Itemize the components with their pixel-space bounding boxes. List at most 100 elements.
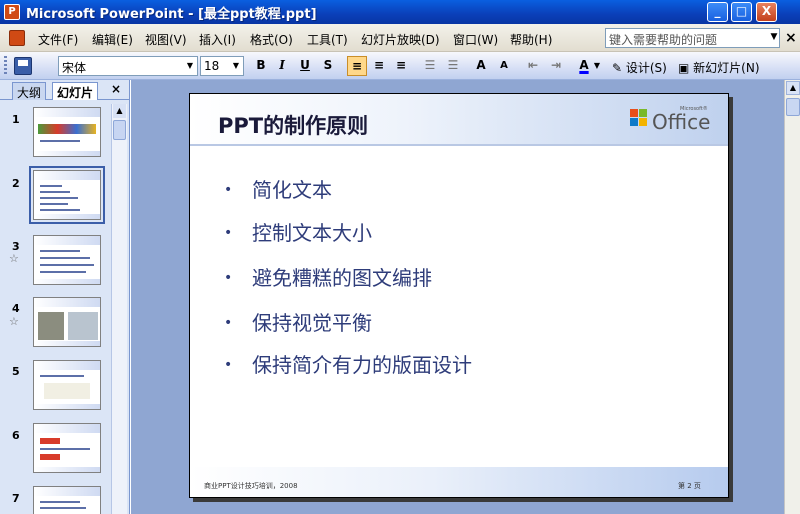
menu-edit[interactable]: 编辑(E) xyxy=(92,31,133,48)
scroll-thumb[interactable] xyxy=(113,120,126,140)
font-size-select[interactable]: 18 ▼ xyxy=(200,56,244,76)
thumbnail-footer xyxy=(34,404,100,409)
slide-thumbnail-4[interactable] xyxy=(33,297,101,347)
thumbnail-text-line xyxy=(40,507,86,509)
animation-star-icon[interactable]: ☆ xyxy=(9,315,19,328)
thumbnail-image xyxy=(44,383,90,399)
thumbnail-text-line xyxy=(40,448,90,450)
bold-button[interactable]: B xyxy=(251,56,271,76)
underline-button[interactable]: U xyxy=(295,56,315,76)
bullet-dot-icon: • xyxy=(224,357,233,373)
align-center-icon[interactable]: ≡ xyxy=(369,56,389,76)
bullet-item: • 保持简介有力的版面设计 xyxy=(224,349,472,378)
menu-view[interactable]: 视图(V) xyxy=(145,31,187,48)
menu-slideshow[interactable]: 幻灯片放映(D) xyxy=(361,31,440,48)
help-search-input[interactable]: 键入需要帮助的问题 xyxy=(605,28,780,48)
footer-text: 商业PPT设计技巧培训，2008 xyxy=(204,482,298,490)
logo-square-red xyxy=(630,109,638,117)
bullet-text: 控制文本大小 xyxy=(252,221,372,245)
new-slide-button[interactable]: ▣ 新幻灯片(N) xyxy=(678,59,760,76)
thumbnail-footer xyxy=(34,214,100,219)
tab-outline[interactable]: 大纲 xyxy=(12,82,47,100)
scroll-thumb[interactable] xyxy=(786,98,800,116)
animation-star-icon[interactable]: ☆ xyxy=(9,252,19,265)
menu-insert[interactable]: 插入(I) xyxy=(199,31,236,48)
logo-square-green xyxy=(639,109,647,117)
toolbar-grip[interactable] xyxy=(4,56,7,76)
powerpoint-app-icon[interactable]: P xyxy=(4,4,20,20)
tab-slides[interactable]: 幻灯片 xyxy=(52,82,99,100)
thumbnail-text-line xyxy=(40,501,80,503)
thumbnail-header xyxy=(34,361,100,370)
pane-close-button[interactable]: × xyxy=(111,82,121,96)
slide-header: PPT的制作原则 Microsoft® Office xyxy=(190,94,728,146)
decrease-font-size-icon[interactable]: A xyxy=(494,56,514,76)
chevron-down-icon[interactable]: ▼ xyxy=(768,28,780,48)
window-title: Microsoft PowerPoint - [最全ppt教程.ppt] xyxy=(26,7,317,22)
italic-button[interactable]: I xyxy=(272,56,292,76)
vertical-scrollbar[interactable]: ▲ xyxy=(784,80,800,514)
slide-title[interactable]: PPT的制作原则 xyxy=(218,110,368,140)
font-color-icon[interactable]: A xyxy=(574,56,594,76)
slide-footer: 商业PPT设计技巧培训，2008 第 2 页 xyxy=(190,467,728,497)
increase-font-size-icon[interactable]: A xyxy=(471,56,491,76)
logo-office-text: Office xyxy=(652,110,711,134)
document-close-button[interactable]: × xyxy=(785,30,797,46)
thumbnail-text-line xyxy=(40,257,90,259)
bullet-dot-icon: • xyxy=(224,225,233,241)
menu-tools[interactable]: 工具(T) xyxy=(307,31,348,48)
menu-window[interactable]: 窗口(W) xyxy=(453,31,498,48)
design-button[interactable]: ✎ 设计(S) xyxy=(612,59,667,76)
thumbnail-text-line xyxy=(40,264,94,266)
document-icon[interactable] xyxy=(9,30,25,46)
slide-thumbnail-5[interactable] xyxy=(33,360,101,410)
chevron-down-icon[interactable]: ▼ xyxy=(184,58,196,74)
shadow-button[interactable]: S xyxy=(318,56,338,76)
bullet-dot-icon: • xyxy=(224,270,233,286)
numbered-list-icon[interactable]: ☰ xyxy=(420,56,440,76)
thumbnail-image xyxy=(68,312,98,340)
thumbnail-image xyxy=(38,312,64,340)
slide-thumbnail-7[interactable] xyxy=(33,486,101,514)
bullet-text: 保持简介有力的版面设计 xyxy=(252,353,472,377)
bullet-item: • 控制文本大小 xyxy=(224,217,372,246)
chevron-down-icon[interactable]: ▼ xyxy=(592,56,602,76)
slide-thumbnail-2[interactable] xyxy=(29,166,105,224)
slides-pane-scrollbar[interactable]: ▲ xyxy=(111,104,127,514)
thumbnail-text-line xyxy=(40,191,70,193)
bullet-item: • 简化文本 xyxy=(224,174,332,203)
thumbnail-header xyxy=(34,108,100,117)
menu-help[interactable]: 帮助(H) xyxy=(510,31,552,48)
chevron-down-icon[interactable]: ▼ xyxy=(230,58,242,74)
formatting-toolbar: 宋体 ▼ 18 ▼ B I U S ≡ ≡ ≡ ☰ ☰ A A ⇤ ⇥ A ▼ … xyxy=(0,52,800,80)
thumbnail-header xyxy=(34,487,100,496)
bullet-text: 保持视觉平衡 xyxy=(252,311,372,335)
menu-format[interactable]: 格式(O) xyxy=(250,31,293,48)
scroll-up-icon[interactable]: ▲ xyxy=(113,104,126,118)
thumbnail-text-line xyxy=(40,203,68,205)
scroll-up-icon[interactable]: ▲ xyxy=(786,81,800,95)
align-left-icon[interactable]: ≡ xyxy=(347,56,367,76)
slide-thumbnail-6[interactable] xyxy=(33,423,101,473)
decrease-indent-icon[interactable]: ⇤ xyxy=(523,56,543,76)
close-button[interactable]: X xyxy=(756,2,777,22)
logo-square-yellow xyxy=(639,118,647,126)
slide-thumbnail-3[interactable] xyxy=(33,235,101,285)
thumbnail-text-line xyxy=(40,271,86,273)
font-select[interactable]: 宋体 ▼ xyxy=(58,56,198,76)
menu-file[interactable]: 文件(F) xyxy=(38,31,78,48)
save-icon[interactable] xyxy=(14,57,32,75)
thumbnail-header xyxy=(34,424,100,433)
align-right-icon[interactable]: ≡ xyxy=(391,56,411,76)
minimize-button[interactable]: _ xyxy=(707,2,728,22)
increase-indent-icon[interactable]: ⇥ xyxy=(546,56,566,76)
bullet-item: • 避免糟糕的图文编排 xyxy=(224,262,432,291)
font-size-value: 18 xyxy=(204,59,220,73)
maximize-button[interactable]: □ xyxy=(731,2,752,22)
thumbnail-footer xyxy=(34,151,100,156)
bulleted-list-icon[interactable]: ☰ xyxy=(443,56,463,76)
font-value: 宋体 xyxy=(62,61,87,75)
current-slide[interactable]: PPT的制作原则 Microsoft® Office • 简化文本 • 控制文本大小… xyxy=(189,93,729,498)
slide-thumbnail-1[interactable] xyxy=(33,107,101,157)
thumbnail-header xyxy=(34,298,100,307)
